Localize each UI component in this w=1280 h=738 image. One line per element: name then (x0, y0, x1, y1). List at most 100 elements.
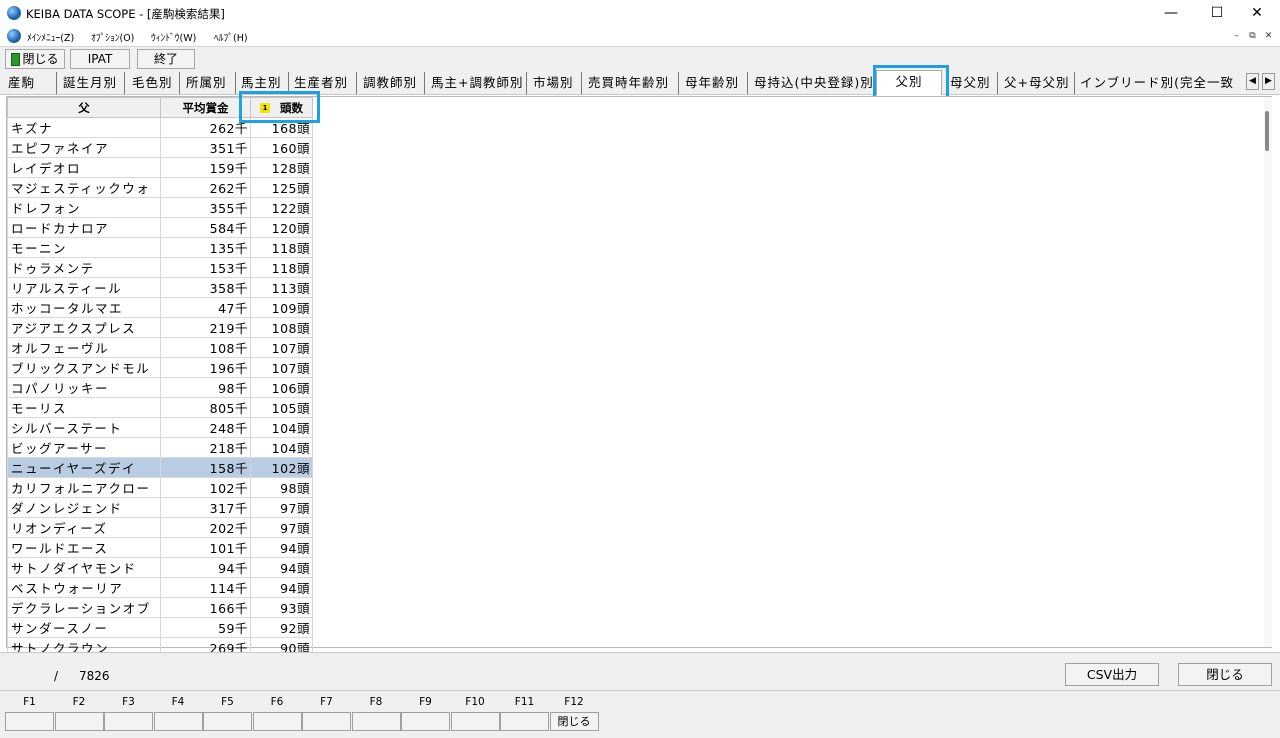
tab-affiliation[interactable]: 所属別 (182, 72, 236, 94)
cell-count: 97頭 (250, 517, 313, 538)
cell-avg-earnings: 153千 (160, 257, 251, 278)
fkey-button-f11[interactable] (500, 712, 549, 731)
fkey-label-f3: F3 (122, 696, 135, 708)
fkey-label-f10: F10 (465, 696, 485, 708)
table-row[interactable]: カリフォルニアクロー 102千 98頭 (7, 477, 313, 498)
table-row[interactable]: リオンディーズ 202千 97頭 (7, 517, 313, 538)
csv-export-button[interactable]: CSV出力 (1065, 663, 1159, 686)
table-row[interactable]: ホッコータルマエ 47千 109頭 (7, 297, 313, 318)
table-row[interactable]: ドゥラメンテ 153千 118頭 (7, 257, 313, 278)
table-row[interactable]: ワールドエース 101千 94頭 (7, 537, 313, 558)
minimize-button[interactable]: — (1148, 0, 1194, 27)
cell-sire: マジェスティックウォ (7, 177, 161, 198)
table-row[interactable]: ニューイヤーズデイ 158千 102頭 (7, 457, 313, 478)
close-window-button[interactable]: ✕ (1234, 0, 1280, 27)
cell-sire: シルバーステート (7, 417, 161, 438)
col-header-sire[interactable]: 父 (7, 97, 161, 118)
tab-coat-color[interactable]: 毛色別 (128, 72, 180, 94)
fkey-button-f9[interactable] (401, 712, 450, 731)
cell-sire: キズナ (7, 117, 161, 138)
exit-button[interactable]: 終了 (137, 49, 195, 69)
cell-count: 94頭 (250, 557, 313, 578)
cell-sire: ワールドエース (7, 537, 161, 558)
cell-sire: コパノリッキー (7, 377, 161, 398)
record-total: 7826 (79, 669, 110, 683)
table-row[interactable]: ブリックスアンドモル 196千 107頭 (7, 357, 313, 378)
table-row[interactable]: リアルスティール 358千 113頭 (7, 277, 313, 298)
table-row[interactable]: デクラレーションオブ 166千 93頭 (7, 597, 313, 618)
app-globe-icon (7, 6, 21, 20)
cell-avg-earnings: 248千 (160, 417, 251, 438)
table-row[interactable]: オルフェーヴル 108千 107頭 (7, 337, 313, 358)
tab-broodmare-sire[interactable]: 母父別 (946, 72, 998, 94)
close-button[interactable]: 閉じる (1178, 663, 1272, 686)
table-row[interactable]: ダノンレジェンド 317千 97頭 (7, 497, 313, 518)
cell-sire: モーリス (7, 397, 161, 418)
fkey-button-f3[interactable] (104, 712, 153, 731)
toolbar-close-button[interactable]: 閉じる (5, 49, 65, 69)
cell-count: 118頭 (250, 237, 313, 258)
table-row[interactable]: エピファネイア 351千 160頭 (7, 137, 313, 158)
fkey-button-f5[interactable] (203, 712, 252, 731)
table-row[interactable]: モーニン 135千 118頭 (7, 237, 313, 258)
fkey-button-f7[interactable] (302, 712, 351, 731)
tab-inbreed[interactable]: インブリード別(完全一致 (1076, 72, 1244, 94)
fkey-label-f1: F1 (23, 696, 36, 708)
cell-sire: サンダースノー (7, 617, 161, 638)
table-row[interactable]: サンダースノー 59千 92頭 (7, 617, 313, 638)
tab-owner-trainer[interactable]: 馬主+調教師別 (427, 72, 527, 94)
scrollbar-thumb[interactable] (1265, 111, 1269, 151)
tab-market[interactable]: 市場別 (529, 72, 582, 94)
fkey-label-f6: F6 (270, 696, 284, 708)
title-bar: KEIBA DATA SCOPE - [産駒検索結果] — ☐ ✕ (0, 0, 1280, 27)
cell-count: 107頭 (250, 337, 313, 358)
cell-sire: レイデオロ (7, 157, 161, 178)
results-grid: 父 平均賞金 1 頭数 キズナ 262千 168頭 エピファネイア 351千 160頭 レイデ… (6, 96, 1272, 678)
cell-avg-earnings: 317千 (160, 497, 251, 518)
table-row[interactable]: サトノダイヤモンド 94千 94頭 (7, 557, 313, 578)
table-row[interactable]: ドレフォン 355千 122頭 (7, 197, 313, 218)
vertical-scrollbar[interactable] (1264, 97, 1272, 647)
fkey-button-f1[interactable] (5, 712, 54, 731)
fkey-button-f8[interactable] (351, 712, 401, 731)
table-row[interactable]: モーリス 805千 105頭 (7, 397, 313, 418)
tab-trainer[interactable]: 調教師別 (359, 72, 425, 94)
table-row[interactable]: ロードカナロア 584千 120頭 (7, 217, 313, 238)
table-row[interactable]: レイデオロ 159千 128頭 (7, 157, 313, 178)
tab-sire-bms[interactable]: 父+母父別 (1000, 72, 1075, 94)
fkey-button-f6[interactable] (252, 712, 302, 731)
fkey-button-f4[interactable] (153, 712, 203, 731)
menu-main[interactable]: ﾒｲﾝﾒﾆｭｰ(Z) (27, 30, 74, 44)
toolbar: 閉じる IPAT 終了 (0, 46, 1280, 70)
cell-avg-earnings: 805千 (160, 397, 251, 418)
tab-scroll-right-icon[interactable]: ▶ (1262, 73, 1275, 90)
table-row[interactable]: マジェスティックウォ 262千 125頭 (7, 177, 313, 198)
mdi-minimize-icon[interactable]: – (1230, 30, 1243, 43)
table-row[interactable]: アジアエクスプレス 219千 108頭 (7, 317, 313, 338)
menu-help[interactable]: ﾍﾙﾌﾟ(H) (214, 30, 248, 44)
mdi-restore-icon[interactable]: ⧉ (1246, 30, 1259, 43)
cell-avg-earnings: 218千 (160, 437, 251, 458)
function-key-bar: F1 F2 F3 F4 F5 F6 F7 F8 F9 F10 F11 F12 閉じる (0, 690, 1280, 738)
tab-scroll-left-icon[interactable]: ◀ (1246, 73, 1259, 90)
menu-options[interactable]: ｵﾌﾟｼｮﾝ(O) (91, 30, 134, 44)
cell-count: 125頭 (250, 177, 313, 198)
table-row[interactable]: ビッグアーサー 218千 104頭 (7, 437, 313, 458)
tab-dam-import[interactable]: 母持込(中央登録)別 (750, 72, 876, 94)
fkey-button-f2[interactable] (54, 712, 104, 731)
tab-foals[interactable]: 産駒 (4, 72, 57, 94)
table-row[interactable]: コパノリッキー 98千 106頭 (7, 377, 313, 398)
table-row[interactable]: シルバーステート 248千 104頭 (7, 417, 313, 438)
menu-window[interactable]: ｳｨﾝﾄﾞｳ(W) (151, 30, 196, 44)
cell-count: 108頭 (250, 317, 313, 338)
app-globe-icon (7, 29, 21, 43)
tab-sale-age[interactable]: 売買時年齢別 (584, 72, 679, 94)
table-row[interactable]: ベストウォーリア 114千 94頭 (7, 577, 313, 598)
fkey-button-f10[interactable] (450, 712, 500, 731)
mdi-close-icon[interactable]: ✕ (1262, 30, 1275, 43)
tab-dam-age[interactable]: 母年齢別 (681, 72, 748, 94)
col-header-avg-earnings[interactable]: 平均賞金 (160, 97, 251, 118)
fkey-button-f12[interactable]: 閉じる (549, 712, 599, 731)
ipat-button[interactable]: IPAT (70, 49, 130, 69)
tab-birth-month[interactable]: 誕生月別 (59, 72, 125, 94)
